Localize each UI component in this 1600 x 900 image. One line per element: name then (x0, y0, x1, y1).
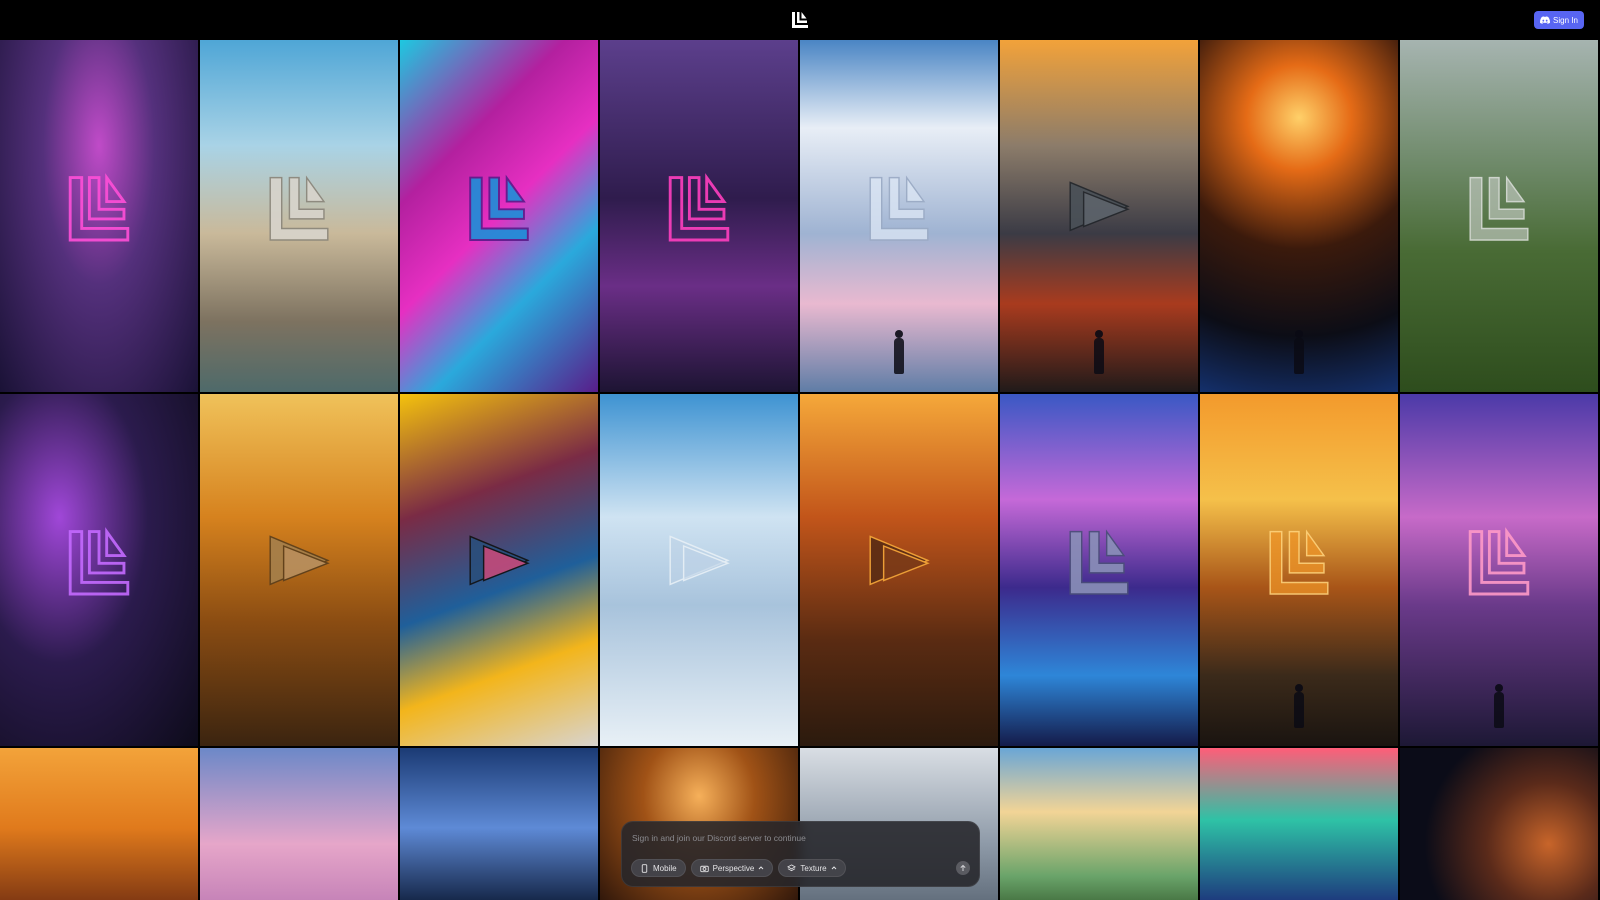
brand-logo-icon[interactable] (790, 11, 810, 29)
brand-emblem-icon (469, 174, 529, 241)
brand-emblem-icon (668, 173, 730, 242)
gallery-tile[interactable] (400, 394, 598, 746)
mobile-chip[interactable]: Mobile (631, 859, 686, 877)
sign-in-label: Sign In (1553, 15, 1578, 25)
gallery-tile[interactable] (600, 40, 798, 392)
camera-icon (699, 865, 709, 872)
discord-icon (1540, 16, 1551, 24)
prompt-options: Mobile Perspective Texture (631, 859, 846, 877)
send-button[interactable] (956, 861, 970, 875)
brand-emblem-icon (1069, 529, 1129, 595)
chevron-up-icon (759, 866, 764, 870)
texture-chip[interactable]: Texture (778, 859, 846, 877)
perspective-chip-label: Perspective (712, 863, 755, 873)
person-figure (894, 330, 904, 374)
brand-emblem-icon (1469, 175, 1529, 241)
top-bar: Sign In (0, 0, 1600, 40)
gallery-tile[interactable] (600, 394, 798, 746)
gallery-tile[interactable] (1200, 748, 1398, 900)
brand-emblem-icon (1069, 181, 1130, 232)
prompt-panel: Mobile Perspective Texture (621, 821, 980, 887)
gallery-tile[interactable] (1000, 748, 1198, 900)
gallery-tile[interactable] (200, 394, 398, 746)
gallery-tile[interactable] (1200, 40, 1398, 392)
brand-emblem-icon (469, 535, 530, 586)
person-figure (1294, 684, 1304, 728)
gallery-tile[interactable] (800, 40, 998, 392)
brand-emblem-icon (269, 535, 330, 586)
arrow-up-icon (960, 864, 966, 871)
phone-icon (641, 863, 648, 873)
chevron-up-icon (831, 866, 836, 870)
mobile-chip-label: Mobile (653, 863, 677, 873)
gallery-tile[interactable] (0, 40, 198, 392)
gallery-tile[interactable] (1000, 40, 1198, 392)
brand-emblem-icon (68, 527, 130, 596)
texture-chip-label: Texture (800, 863, 827, 873)
person-figure (1294, 330, 1304, 374)
gallery-tile[interactable] (1400, 394, 1598, 746)
gallery-tile[interactable] (1000, 394, 1198, 746)
prompt-input[interactable] (632, 830, 962, 846)
gallery-tile[interactable] (0, 394, 198, 746)
brand-emblem-icon (869, 535, 930, 586)
image-gallery (0, 40, 1600, 900)
layers-icon (787, 863, 797, 871)
brand-emblem-icon (1269, 529, 1329, 595)
person-figure (1094, 330, 1104, 374)
sign-in-button[interactable]: Sign In (1534, 11, 1584, 29)
gallery-tile[interactable] (400, 748, 598, 900)
brand-emblem-icon (68, 173, 130, 242)
gallery-tile[interactable] (400, 40, 598, 392)
brand-emblem-icon (269, 175, 329, 241)
perspective-chip[interactable]: Perspective (690, 859, 774, 877)
gallery-tile[interactable] (800, 394, 998, 746)
gallery-tile[interactable] (200, 748, 398, 900)
gallery-tile[interactable] (1200, 394, 1398, 746)
brand-emblem-icon (669, 535, 730, 586)
brand-emblem-icon (1468, 527, 1530, 596)
gallery-tile[interactable] (200, 40, 398, 392)
gallery-tile[interactable] (1400, 40, 1598, 392)
gallery-tile[interactable] (1400, 748, 1598, 900)
gallery-tile[interactable] (0, 748, 198, 900)
brand-emblem-icon (869, 175, 929, 241)
person-figure (1494, 684, 1504, 728)
